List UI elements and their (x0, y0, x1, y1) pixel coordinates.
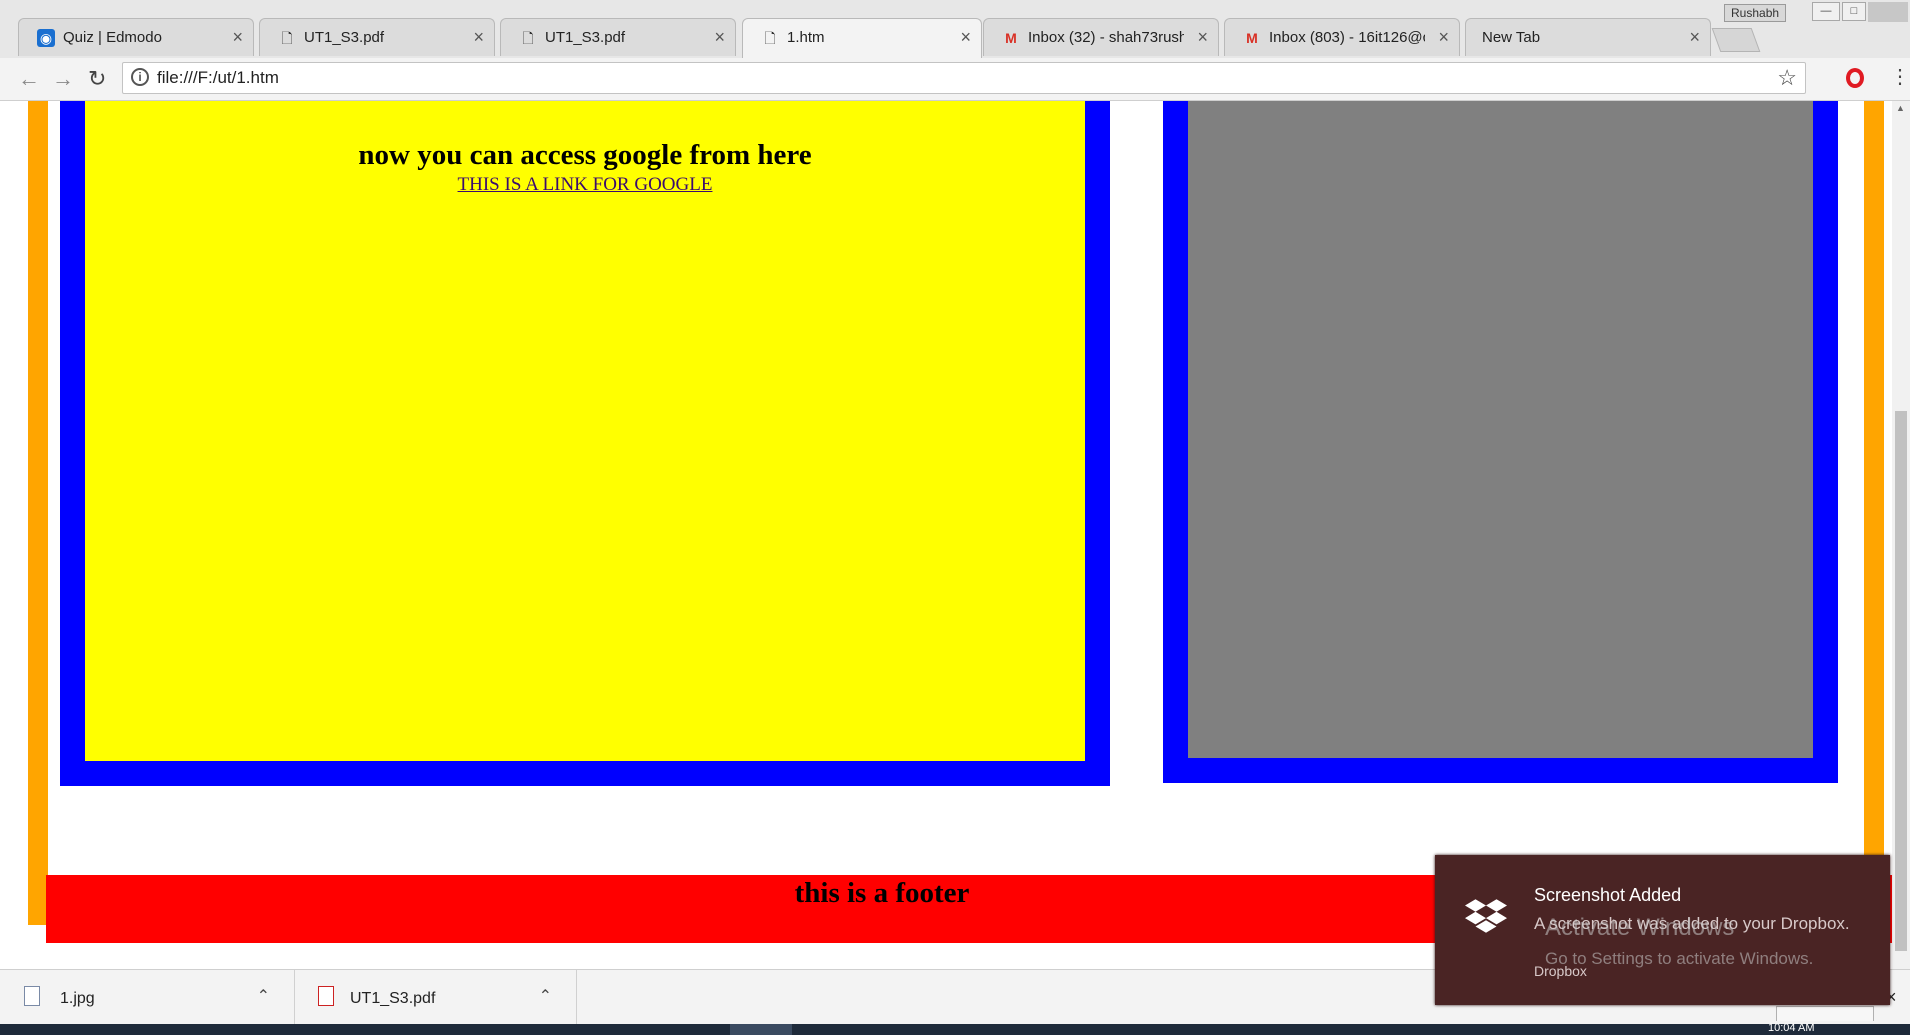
tab-label: Inbox (32) - shah73rusha (1028, 29, 1184, 46)
pdf-file-icon (318, 986, 334, 1006)
tab-1-htm[interactable]: 🗋 1.htm × (742, 18, 982, 59)
page-heading: now you can access google from here (358, 139, 812, 171)
info-icon[interactable]: i (131, 68, 149, 86)
document-icon: 🗋 (764, 30, 776, 46)
bookmark-star-icon[interactable]: ☆ (1777, 65, 1797, 91)
gmail-icon: M (1246, 30, 1258, 46)
download-name: 1.jpg (60, 990, 95, 1007)
tab-strip: Rushabh — □ ◉ Quiz | Edmodo × 🗋 UT1_S3.p… (0, 0, 1910, 59)
scrollbar-thumb[interactable] (1895, 411, 1907, 951)
left-orange-bar (28, 101, 48, 925)
close-tab-icon[interactable]: × (960, 27, 971, 48)
vertical-scrollbar[interactable]: ▲ (1892, 101, 1910, 969)
close-tab-icon[interactable]: × (1438, 27, 1449, 48)
activation-watermark-title: Activate Windows (1545, 914, 1735, 941)
right-content-box (1163, 101, 1838, 783)
tab-new-tab[interactable]: New Tab × (1465, 18, 1711, 56)
tab-inbox-32[interactable]: M Inbox (32) - shah73rusha × (983, 18, 1219, 56)
tab-ut1-pdf[interactable]: 🗋 UT1_S3.pdf × (259, 18, 495, 56)
edmodo-icon: ◉ (37, 29, 55, 47)
show-all-downloads-button[interactable] (1776, 1006, 1874, 1021)
tab-label: Quiz | Edmodo (63, 29, 162, 46)
tab-label: New Tab (1482, 29, 1541, 46)
download-item[interactable]: 1.jpg ⌃ (0, 970, 295, 1025)
close-tab-icon[interactable]: × (1689, 27, 1700, 48)
taskbar-clock: 10:04 AM (1768, 1022, 1815, 1034)
tab-label: UT1_S3.pdf (545, 29, 626, 46)
back-arrow-icon[interactable]: ← (18, 66, 40, 92)
browser-toolbar: ← → ↻ i file:///F:/ut/1.htm ☆ (0, 58, 1910, 101)
gray-panel (1188, 101, 1813, 758)
chevron-up-icon[interactable]: ⌃ (257, 986, 270, 1006)
close-tab-icon[interactable]: × (232, 27, 243, 48)
menu-kebab-icon[interactable]: ⋮ (1890, 64, 1910, 89)
minimize-button[interactable]: — (1812, 2, 1840, 21)
close-tab-icon[interactable]: × (714, 27, 725, 48)
document-icon: 🗋 (522, 30, 534, 46)
gmail-icon: M (1005, 30, 1017, 46)
tab-label: UT1_S3.pdf (304, 29, 385, 46)
page-viewport: now you can access google from here THIS… (0, 101, 1892, 969)
profile-button[interactable]: Rushabh (1724, 4, 1787, 22)
taskbar-active-app[interactable] (730, 1024, 792, 1035)
chevron-up-icon[interactable]: ⌃ (539, 986, 552, 1006)
new-tab-button[interactable] (1711, 28, 1761, 52)
document-icon: 🗋 (281, 30, 293, 46)
notification-title: Screenshot Added (1534, 885, 1682, 905)
reload-icon[interactable]: ↻ (88, 66, 106, 92)
address-url[interactable]: file:///F:/ut/1.htm (157, 68, 279, 88)
close-tab-icon[interactable]: × (1197, 27, 1208, 48)
tab-ut1-pdf-2[interactable]: 🗋 UT1_S3.pdf × (500, 18, 736, 56)
download-name: UT1_S3.pdf (350, 990, 436, 1007)
windows-taskbar: 10:04 AM (0, 1022, 1910, 1035)
yellow-panel: now you can access google from here THIS… (85, 101, 1085, 761)
image-file-icon (24, 986, 40, 1006)
forward-arrow-icon[interactable]: → (52, 66, 74, 92)
scroll-up-arrow-icon[interactable]: ▲ (1896, 103, 1905, 113)
address-bar[interactable]: i file:///F:/ut/1.htm ☆ (122, 62, 1806, 94)
tab-quiz-edmodo[interactable]: ◉ Quiz | Edmodo × (18, 18, 254, 56)
close-window-button[interactable] (1868, 2, 1908, 22)
dropbox-icon (1465, 899, 1507, 933)
tab-inbox-803[interactable]: M Inbox (803) - 16it126@c × (1224, 18, 1460, 56)
left-content-box: now you can access google from here THIS… (60, 101, 1110, 786)
activation-watermark-text: Go to Settings to activate Windows. (1545, 949, 1814, 968)
right-orange-bar (1864, 101, 1884, 857)
close-tab-icon[interactable]: × (473, 27, 484, 48)
opera-extension-icon[interactable] (1846, 68, 1864, 88)
footer-text: this is a footer (794, 877, 970, 909)
download-item[interactable]: UT1_S3.pdf ⌃ (294, 970, 577, 1025)
maximize-button[interactable]: □ (1842, 2, 1866, 21)
tab-label: Inbox (803) - 16it126@c (1269, 29, 1425, 46)
google-link[interactable]: THIS IS A LINK FOR GOOGLE (458, 174, 713, 196)
tab-label: 1.htm (787, 29, 825, 46)
